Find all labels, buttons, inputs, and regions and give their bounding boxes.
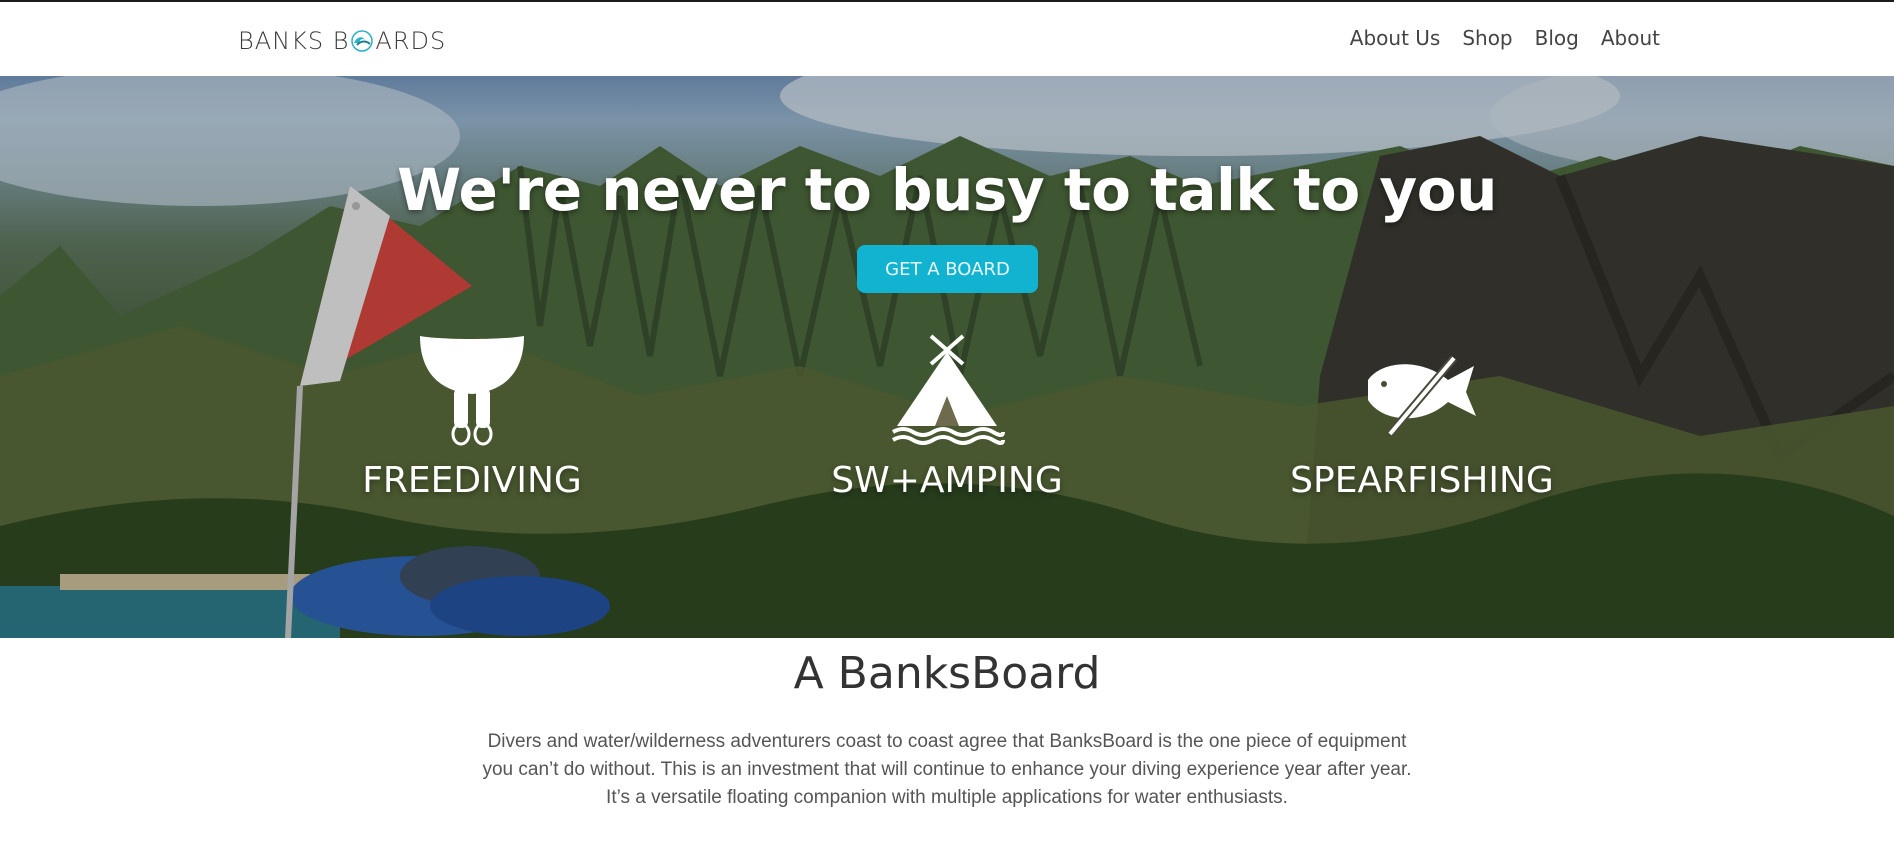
get-a-board-button[interactable]: GET A BOARD [857, 245, 1038, 293]
hero-section: We're never to busy to talk to you GET A… [0, 76, 1894, 638]
hero-title: We're never to busy to talk to you [397, 156, 1497, 224]
intro-line-3: It’s a versatile floating companion with… [606, 787, 1288, 808]
section-title: A BanksBoard [793, 648, 1101, 699]
nav-link-shop[interactable]: Shop [1462, 26, 1512, 50]
nav-link-about-us[interactable]: About Us [1350, 26, 1441, 50]
logo-text-right: ARDS [375, 27, 447, 55]
activity-label-spearfishing: SPEARFISHING [1290, 460, 1554, 501]
fish-spear-icon [1368, 355, 1476, 437]
main-nav: About Us Shop Blog About [1350, 26, 1660, 50]
intro-paragraph: Divers and water/wilderness adventurers … [447, 728, 1447, 812]
wave-logo-icon [351, 30, 374, 52]
navbar: BANKS B ARDS About Us Shop Blog About [0, 2, 1894, 77]
logo[interactable]: BANKS B ARDS [238, 27, 446, 55]
teepee-icon [891, 334, 1005, 445]
fins-icon [420, 336, 524, 446]
nav-link-about[interactable]: About [1601, 26, 1660, 50]
activity-label-swamping: SW+AMPING [831, 460, 1063, 501]
logo-text-left: BANKS B [238, 27, 350, 55]
activity-label-freediving: FREEDIVING [362, 460, 582, 501]
activity-swamping[interactable]: SW+AMPING [767, 334, 1127, 501]
nav-link-blog[interactable]: Blog [1535, 26, 1579, 50]
intro-line-2: you can’t do without. This is an investm… [482, 759, 1412, 780]
activity-freediving[interactable]: FREEDIVING [292, 330, 652, 501]
activity-spearfishing[interactable]: SPEARFISHING [1242, 350, 1602, 501]
intro-line-1: Divers and water/wilderness adventurers … [487, 731, 1407, 752]
